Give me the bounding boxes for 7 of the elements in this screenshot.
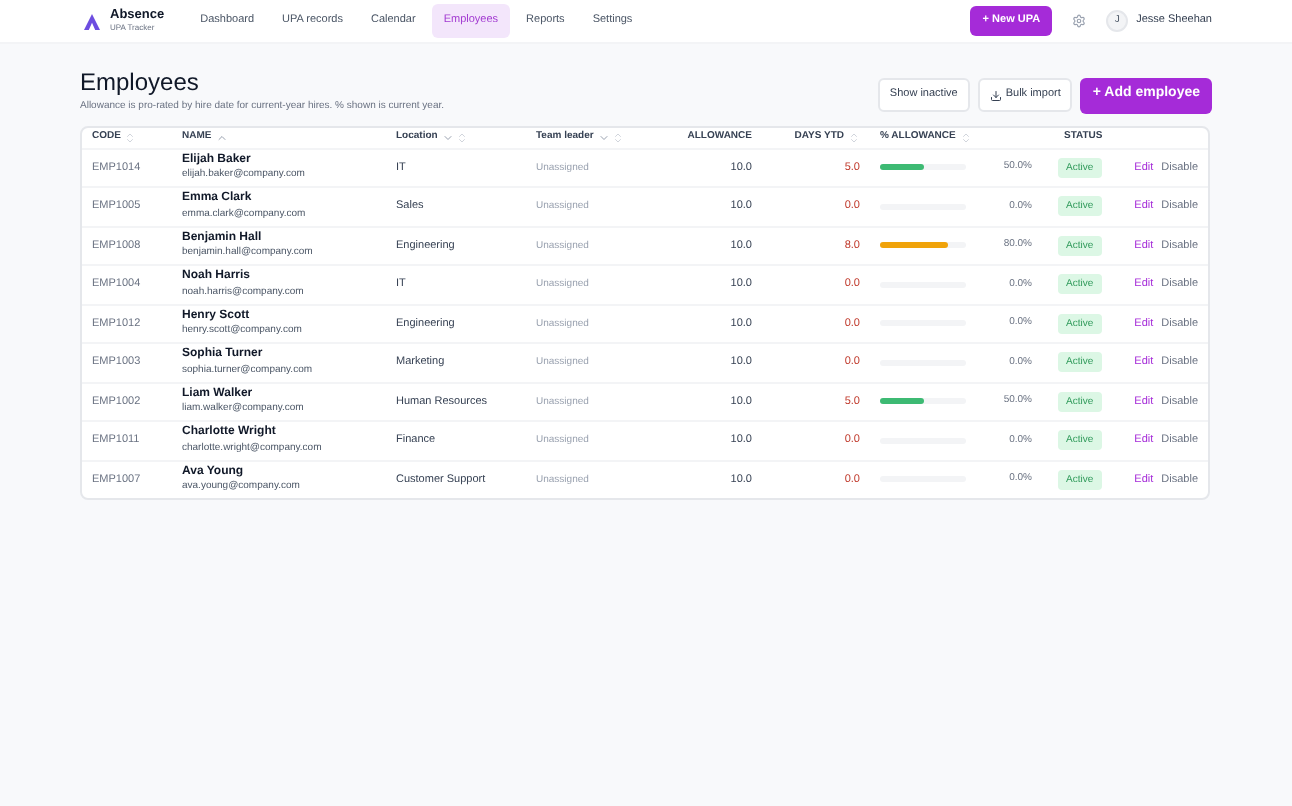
sort-icon[interactable] bbox=[215, 131, 228, 143]
filter-icon[interactable] bbox=[441, 131, 454, 143]
page-title: Employees bbox=[80, 70, 201, 94]
filter-icon[interactable] bbox=[597, 131, 610, 143]
logo-icon bbox=[84, 13, 100, 29]
download-icon bbox=[989, 89, 1002, 101]
settings-icon[interactable] bbox=[1072, 14, 1087, 28]
